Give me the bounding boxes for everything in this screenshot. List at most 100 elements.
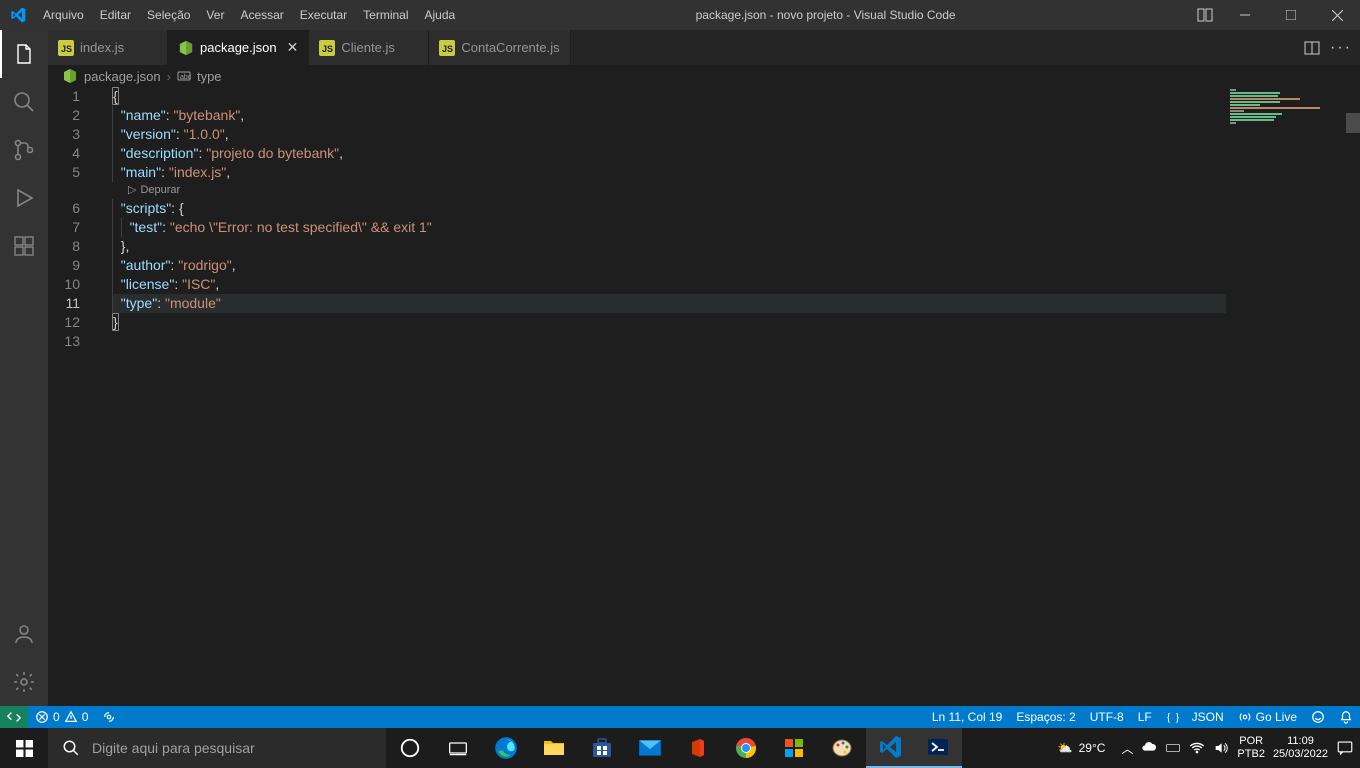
weather-widget[interactable]: ⛅ 29°C (1050, 741, 1114, 755)
tab-label: ContaCorrente.js (461, 40, 559, 55)
menu-selecao[interactable]: Seleção (139, 0, 198, 30)
editor-group: JS index.js package.json ✕ JS Cliente.js… (48, 30, 1360, 706)
overview-ruler[interactable] (1346, 87, 1360, 706)
svg-text:abc: abc (180, 74, 191, 81)
tab-label: package.json (200, 40, 277, 55)
chevron-right-icon: › (167, 69, 171, 84)
file-explorer-icon[interactable] (530, 728, 578, 768)
start-button[interactable] (0, 728, 48, 768)
action-center-icon[interactable] (1336, 739, 1354, 757)
symbol-string-icon: abc (177, 69, 191, 83)
js-file-icon: JS (58, 40, 74, 56)
encoding[interactable]: UTF-8 (1083, 706, 1131, 728)
wifi-icon[interactable] (1189, 740, 1205, 756)
microsoft-store-icon[interactable] (578, 728, 626, 768)
fold-icon[interactable] (98, 87, 112, 106)
chrome-icon[interactable] (722, 728, 770, 768)
code-editor[interactable]: 1 2 3 4 5 6 7 8 9 10 11 12 13 (48, 87, 1360, 706)
errors-warnings[interactable]: 0 0 (28, 706, 95, 728)
system-tray: ⛅ 29°C ︿ POR PTB2 11:09 25/03/2022 (1050, 735, 1360, 761)
menu-arquivo[interactable]: Arquivo (35, 0, 92, 30)
breadcrumb-symbol[interactable]: type (197, 69, 222, 84)
menu-ajuda[interactable]: Ajuda (417, 0, 464, 30)
minimize-button[interactable] (1222, 0, 1268, 30)
language-mode[interactable]: { } JSON (1159, 706, 1231, 728)
extensions-icon[interactable] (0, 222, 48, 270)
editor-tabs: JS index.js package.json ✕ JS Cliente.js… (48, 30, 1360, 65)
folding-gutter (98, 87, 112, 706)
close-tab-icon[interactable]: ✕ (287, 39, 299, 56)
remote-port-icon[interactable] (95, 706, 123, 728)
windows-taskbar: Digite aqui para pesquisar ⛅ 29°C ︿ POR (0, 728, 1360, 768)
remote-indicator[interactable] (0, 706, 28, 728)
indentation[interactable]: Espaços: 2 (1009, 706, 1082, 728)
feedback-icon[interactable] (1304, 706, 1332, 728)
npm-file-icon (178, 40, 194, 56)
js-file-icon: JS (319, 40, 335, 56)
menu-ver[interactable]: Ver (198, 0, 232, 30)
menu-editar[interactable]: Editar (92, 0, 139, 30)
more-actions-icon[interactable]: ··· (1330, 39, 1352, 57)
notifications-icon[interactable] (1332, 706, 1360, 728)
npm-file-icon (62, 68, 78, 84)
menu-terminal[interactable]: Terminal (355, 0, 416, 30)
eol[interactable]: LF (1131, 706, 1159, 728)
cortana-icon[interactable] (386, 728, 434, 768)
search-icon[interactable] (0, 78, 48, 126)
weather-icon: ⛅ (1058, 741, 1073, 755)
panel-layout-icon[interactable] (1188, 0, 1222, 30)
office-icon[interactable] (674, 728, 722, 768)
mail-icon[interactable] (626, 728, 674, 768)
code-content[interactable]: { "name": "bytebank", "version": "1.0.0"… (112, 87, 1360, 706)
powershell-icon[interactable] (914, 728, 962, 768)
source-control-icon[interactable] (0, 126, 48, 174)
menu-executar[interactable]: Executar (292, 0, 355, 30)
svg-text:JS: JS (442, 44, 453, 54)
tab-index-js[interactable]: JS index.js (48, 30, 168, 65)
vscode-taskbar-icon[interactable] (866, 728, 914, 768)
tab-package-json[interactable]: package.json ✕ (168, 30, 309, 65)
explorer-icon[interactable] (0, 30, 48, 78)
edge-icon[interactable] (482, 728, 530, 768)
tray-chevron-up-icon[interactable]: ︿ (1121, 740, 1133, 757)
onedrive-icon[interactable] (1141, 740, 1157, 756)
play-icon: ▷ (128, 181, 136, 200)
tab-cliente-js[interactable]: JS Cliente.js (309, 30, 429, 65)
split-editor-icon[interactable] (1304, 40, 1320, 56)
keyboard-icon[interactable] (1165, 740, 1181, 756)
account-icon[interactable] (0, 610, 48, 658)
codelens-debug[interactable]: ▷Depurar (112, 182, 1360, 199)
maximize-button[interactable] (1268, 0, 1314, 30)
js-file-icon: JS (439, 40, 455, 56)
titlebar: Arquivo Editar Seleção Ver Acessar Execu… (0, 0, 1360, 30)
minimap[interactable] (1226, 87, 1346, 706)
window-title: package.json - novo projeto - Visual Stu… (463, 8, 1188, 22)
line-numbers: 1 2 3 4 5 6 7 8 9 10 11 12 13 (48, 87, 98, 706)
vscode-logo-icon (0, 7, 35, 23)
cursor-position[interactable]: Ln 11, Col 19 (925, 706, 1010, 728)
taskbar-search[interactable]: Digite aqui para pesquisar (48, 728, 386, 768)
tab-contacorrente-js[interactable]: JS ContaCorrente.js (429, 30, 570, 65)
language-indicator[interactable]: POR PTB2 (1237, 735, 1265, 761)
app-menu: Arquivo Editar Seleção Ver Acessar Execu… (35, 0, 463, 30)
search-placeholder: Digite aqui para pesquisar (92, 740, 255, 756)
volume-icon[interactable] (1213, 740, 1229, 756)
paint-icon[interactable] (818, 728, 866, 768)
clock[interactable]: 11:09 25/03/2022 (1273, 735, 1328, 761)
run-debug-icon[interactable] (0, 174, 48, 222)
menu-acessar[interactable]: Acessar (232, 0, 291, 30)
office365-icon[interactable] (770, 728, 818, 768)
breadcrumb-file[interactable]: package.json (84, 69, 161, 84)
scrollbar-marker (1346, 113, 1360, 133)
task-view-icon[interactable] (434, 728, 482, 768)
breadcrumb[interactable]: package.json › abc type (48, 65, 1360, 87)
status-bar: 0 0 Ln 11, Col 19 Espaços: 2 UTF-8 LF { … (0, 706, 1360, 728)
tab-label: index.js (80, 40, 124, 55)
search-icon (62, 739, 80, 757)
svg-text:JS: JS (322, 44, 333, 54)
close-button[interactable] (1314, 0, 1360, 30)
go-live[interactable]: Go Live (1231, 706, 1304, 728)
svg-text:JS: JS (61, 44, 72, 54)
tab-label: Cliente.js (341, 40, 394, 55)
settings-gear-icon[interactable] (0, 658, 48, 706)
